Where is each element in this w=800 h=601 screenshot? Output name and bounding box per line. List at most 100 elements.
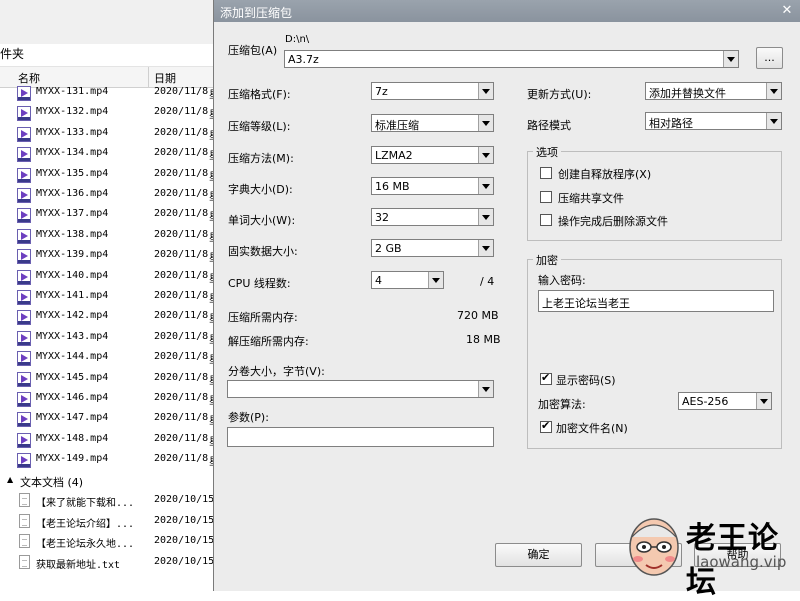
path-mode-value: 相对路径 [649, 117, 693, 130]
video-file-icon [17, 126, 31, 142]
word-value: 32 [375, 211, 389, 224]
file-explorer: 件夹 名称 日期 MYXX-131.mp42020/11/8星MYXX-132.… [0, 0, 219, 591]
show-password-label[interactable]: 显示密码(S) [556, 372, 616, 388]
collapse-triangle-icon[interactable]: ▲ [7, 475, 13, 484]
file-row[interactable]: MYXX-146.mp42020/11/8星 [0, 389, 219, 409]
file-name: MYXX-147.mp4 [36, 412, 109, 424]
chevron-down-icon[interactable] [478, 83, 493, 99]
encrypt-names-label[interactable]: 加密文件名(N) [556, 420, 628, 436]
file-date: 2020/11/8 [154, 269, 209, 281]
word-label: 单词大小(W): [228, 214, 296, 227]
chevron-down-icon[interactable] [478, 178, 493, 194]
archive-name-combo[interactable]: A3.7z [284, 50, 739, 68]
file-date: 2020/11/8 [154, 392, 209, 403]
show-password-checkbox[interactable]: ✔ [540, 371, 552, 385]
cpu-threads-select[interactable]: 4 [371, 271, 444, 289]
solid-select[interactable]: 2 GB [371, 239, 494, 257]
file-row[interactable]: MYXX-136.mp42020/11/8星 [0, 185, 219, 205]
password-input[interactable]: 上老王论坛当老王 [538, 290, 774, 312]
chevron-down-icon[interactable] [478, 381, 493, 397]
sfx-checkbox[interactable] [540, 167, 552, 179]
dict-select[interactable]: 16 MB [371, 177, 494, 195]
solid-label: 固实数据大小: [228, 245, 298, 258]
mem-compress-value: 720 MB [457, 309, 499, 322]
video-file-icon [17, 330, 31, 346]
file-row[interactable]: MYXX-134.mp42020/11/8星 [0, 144, 219, 164]
chevron-down-icon[interactable] [478, 147, 493, 163]
file-row[interactable]: MYXX-144.mp42020/11/8星 [0, 348, 219, 368]
browse-button[interactable]: ... [756, 47, 783, 69]
chevron-down-icon[interactable] [478, 209, 493, 225]
file-row[interactable]: 【来了就能下载和... 2020/10/15 [0, 491, 215, 511]
params-input[interactable] [227, 427, 494, 447]
file-date: 2020/11/8 [154, 330, 209, 342]
file-name: MYXX-149.mp4 [36, 453, 109, 465]
text-docs-group-header[interactable]: ▲ 文本文档 (4) [0, 472, 215, 490]
dialog-titlebar[interactable]: 添加到压缩包 ✕ [214, 0, 800, 22]
update-mode-select[interactable]: 添加并替换文件 [645, 82, 782, 100]
shared-files-checkbox[interactable] [540, 191, 552, 203]
text-file-icon [19, 554, 30, 569]
sfx-label[interactable]: 创建自释放程序(X) [558, 166, 651, 182]
delete-after-label[interactable]: 操作完成后删除源文件 [558, 213, 668, 229]
file-row[interactable]: MYXX-139.mp42020/11/8星 [0, 246, 219, 266]
format-select[interactable]: 7z [371, 82, 494, 100]
file-name: MYXX-133.mp4 [36, 126, 109, 138]
file-row[interactable]: MYXX-131.mp42020/11/8星 [0, 83, 219, 103]
archive-name-value: A3.7z [288, 53, 319, 66]
video-file-icon [17, 351, 31, 367]
file-row[interactable]: MYXX-148.mp42020/11/8星 [0, 430, 219, 450]
video-file-icon [17, 188, 31, 203]
chevron-down-icon[interactable] [766, 83, 781, 99]
level-select[interactable]: 标准压缩 [371, 114, 494, 132]
file-row[interactable]: MYXX-147.mp42020/11/8星 [0, 409, 219, 429]
encrypt-names-checkbox[interactable]: ✔ [540, 419, 552, 433]
method-select[interactable]: LZMA2 [371, 146, 494, 164]
path-mode-select[interactable]: 相对路径 [645, 112, 782, 130]
chevron-down-icon[interactable] [756, 393, 771, 409]
file-row[interactable]: MYXX-145.mp42020/11/8星 [0, 369, 219, 389]
file-row[interactable]: MYXX-132.mp42020/11/8星 [0, 103, 219, 123]
file-date: 2020/10/15 [154, 494, 215, 505]
file-row[interactable]: MYXX-138.mp42020/11/8星 [0, 226, 219, 246]
video-file-icon [17, 310, 31, 326]
file-name: MYXX-148.mp4 [36, 432, 109, 444]
encryption-method-select[interactable]: AES-256 [678, 392, 772, 410]
chevron-down-icon[interactable] [478, 115, 493, 131]
chevron-down-icon[interactable] [723, 51, 738, 67]
file-date: 2020/11/8 [154, 147, 209, 159]
close-icon[interactable]: ✕ [778, 3, 796, 19]
encryption-group: 加密 输入密码: 上老王论坛当老王 ✔ 显示密码(S) 加密算法: AES-25… [527, 252, 782, 449]
file-row[interactable]: MYXX-137.mp42020/11/8星 [0, 205, 219, 225]
file-row[interactable]: MYXX-135.mp42020/11/8星 [0, 165, 219, 185]
video-file-icon [17, 147, 31, 163]
password-value: 上老王论坛当老王 [542, 297, 630, 310]
ok-button[interactable]: 确定 [495, 543, 582, 567]
file-date: 2020/11/8 [154, 351, 209, 363]
video-file-icon [17, 249, 31, 265]
word-select[interactable]: 32 [371, 208, 494, 226]
file-name: MYXX-138.mp4 [36, 228, 109, 240]
shared-files-label[interactable]: 压缩共享文件 [558, 190, 624, 206]
format-value: 7z [375, 85, 388, 98]
chevron-down-icon[interactable] [766, 113, 781, 129]
encryption-group-title: 加密 [533, 252, 561, 268]
file-date: 2020/11/8 [154, 167, 209, 179]
chevron-down-icon[interactable] [428, 272, 443, 288]
file-row[interactable]: 获取最新地址.txt 2020/10/15 [0, 553, 215, 573]
video-file-icon [17, 392, 31, 407]
delete-after-checkbox[interactable] [540, 214, 552, 226]
explorer-toolbar [0, 0, 215, 44]
file-row[interactable]: MYXX-141.mp42020/11/8星 [0, 287, 219, 307]
file-date: 2020/11/8 [154, 249, 209, 261]
file-row[interactable]: MYXX-140.mp42020/11/8星 [0, 267, 219, 287]
file-row[interactable]: MYXX-143.mp42020/11/8星 [0, 328, 219, 348]
file-row[interactable]: MYXX-149.mp42020/11/8星 [0, 450, 219, 470]
file-row[interactable]: MYXX-142.mp42020/11/8星 [0, 307, 219, 327]
file-row[interactable]: MYXX-133.mp42020/11/8星 [0, 124, 219, 144]
file-date: 2020/10/15 [154, 514, 215, 526]
file-row[interactable]: 【老王论坛介绍】... 2020/10/15 [0, 512, 215, 532]
chevron-down-icon[interactable] [478, 240, 493, 256]
file-row[interactable]: 【老王论坛永久地... 2020/10/15 [0, 532, 215, 552]
split-size-combo[interactable] [227, 380, 494, 398]
